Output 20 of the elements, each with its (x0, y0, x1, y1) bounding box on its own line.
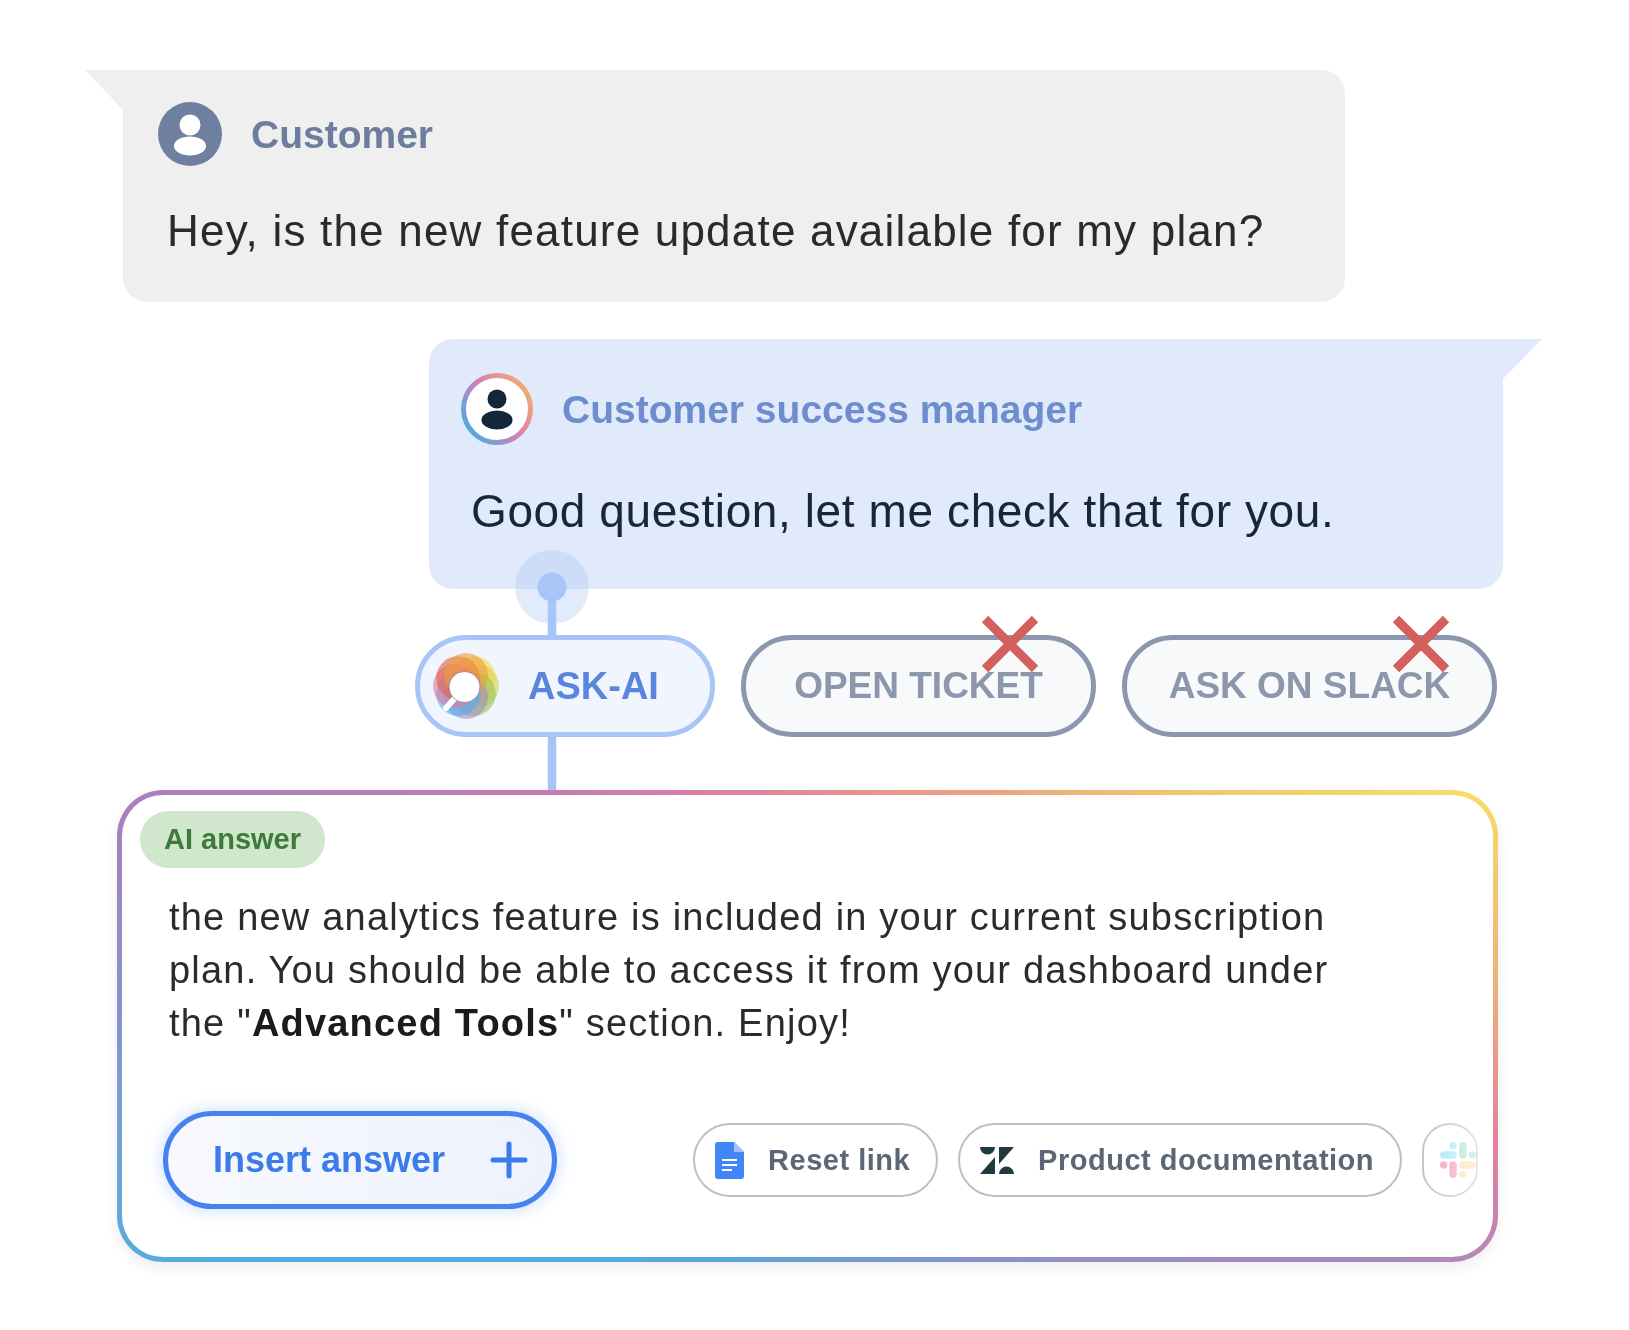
hash-icon (1440, 1142, 1477, 1178)
connector-line (547, 737, 557, 790)
connector-line (547, 601, 557, 635)
user-avatar-icon (158, 102, 222, 166)
answer-text: the new analytics feature is included in your current subscription plan. You should be able to access it from your dashboard under the "Advanced Tools" section. Enjoy! (169, 895, 1330, 1046)
message-text: Hey, is the new feature update available for my plan? (167, 205, 1266, 257)
ai-answer-badge: AI answer (140, 811, 325, 868)
document-icon (715, 1141, 745, 1179)
action-button[interactable]: ASK ON SLACK (1122, 635, 1497, 737)
source-chip[interactable]: Reset link (693, 1123, 939, 1197)
z-shape-icon (980, 1146, 1015, 1174)
author-name: Customer (251, 114, 434, 154)
source-chip[interactable]: Product documentation (958, 1123, 1403, 1197)
action-button[interactable]: ASK-AI (415, 635, 715, 737)
action-button[interactable]: OPEN TICKET (741, 635, 1096, 737)
user-avatar-icon (461, 373, 533, 445)
insert-answer-button[interactable]: Insert answer (163, 1111, 558, 1209)
magnifier-icon (432, 652, 500, 720)
author-name: Customer success manager (562, 389, 1083, 429)
message-text: Good question, let me check that for you. (471, 484, 1336, 539)
